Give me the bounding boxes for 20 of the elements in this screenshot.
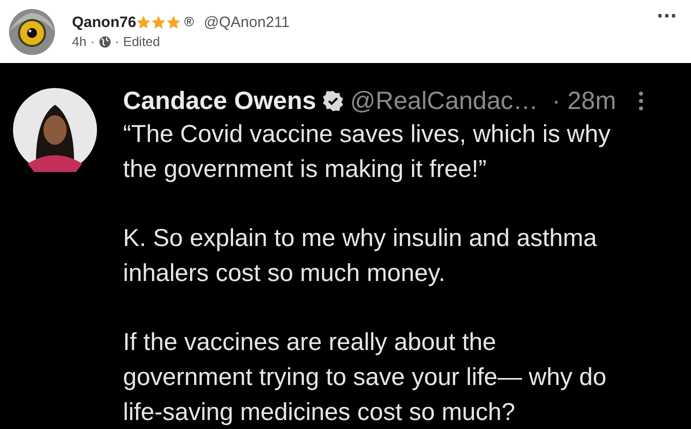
registered-mark: ® (184, 14, 194, 29)
tweet-paragraph: If the vaccines are really about the government trying to save your life— why do life-saving medicines cost so much? (123, 328, 608, 428)
more-button[interactable]: ··· (650, 6, 683, 27)
user-handle[interactable]: @QAnon211 (204, 14, 290, 31)
separator-dot: · (90, 34, 95, 49)
star-icon (151, 15, 166, 30)
avatar-icon (13, 88, 97, 172)
tweet-handle[interactable]: @RealCandac… (350, 86, 538, 116)
tweet-time: · 28m (552, 86, 616, 116)
star-icon (136, 15, 152, 30)
tweet-paragraph: “The Covid vaccine saves lives, which is why the government is making it free!” (123, 120, 612, 185)
globe-icon (98, 36, 111, 48)
separator-dot: · (114, 34, 120, 49)
tweet-paragraph: K. So explain to me why insulin and asthma inhalers cost so much money. (123, 224, 598, 289)
post-time: 4h (72, 34, 86, 49)
star-icon (166, 15, 182, 30)
tweet-author-name[interactable]: Candace Owens (123, 86, 316, 116)
edited-label: Edited (123, 34, 160, 49)
author-name[interactable]: Qanon76 (72, 14, 136, 31)
more-icon[interactable] (638, 90, 644, 112)
